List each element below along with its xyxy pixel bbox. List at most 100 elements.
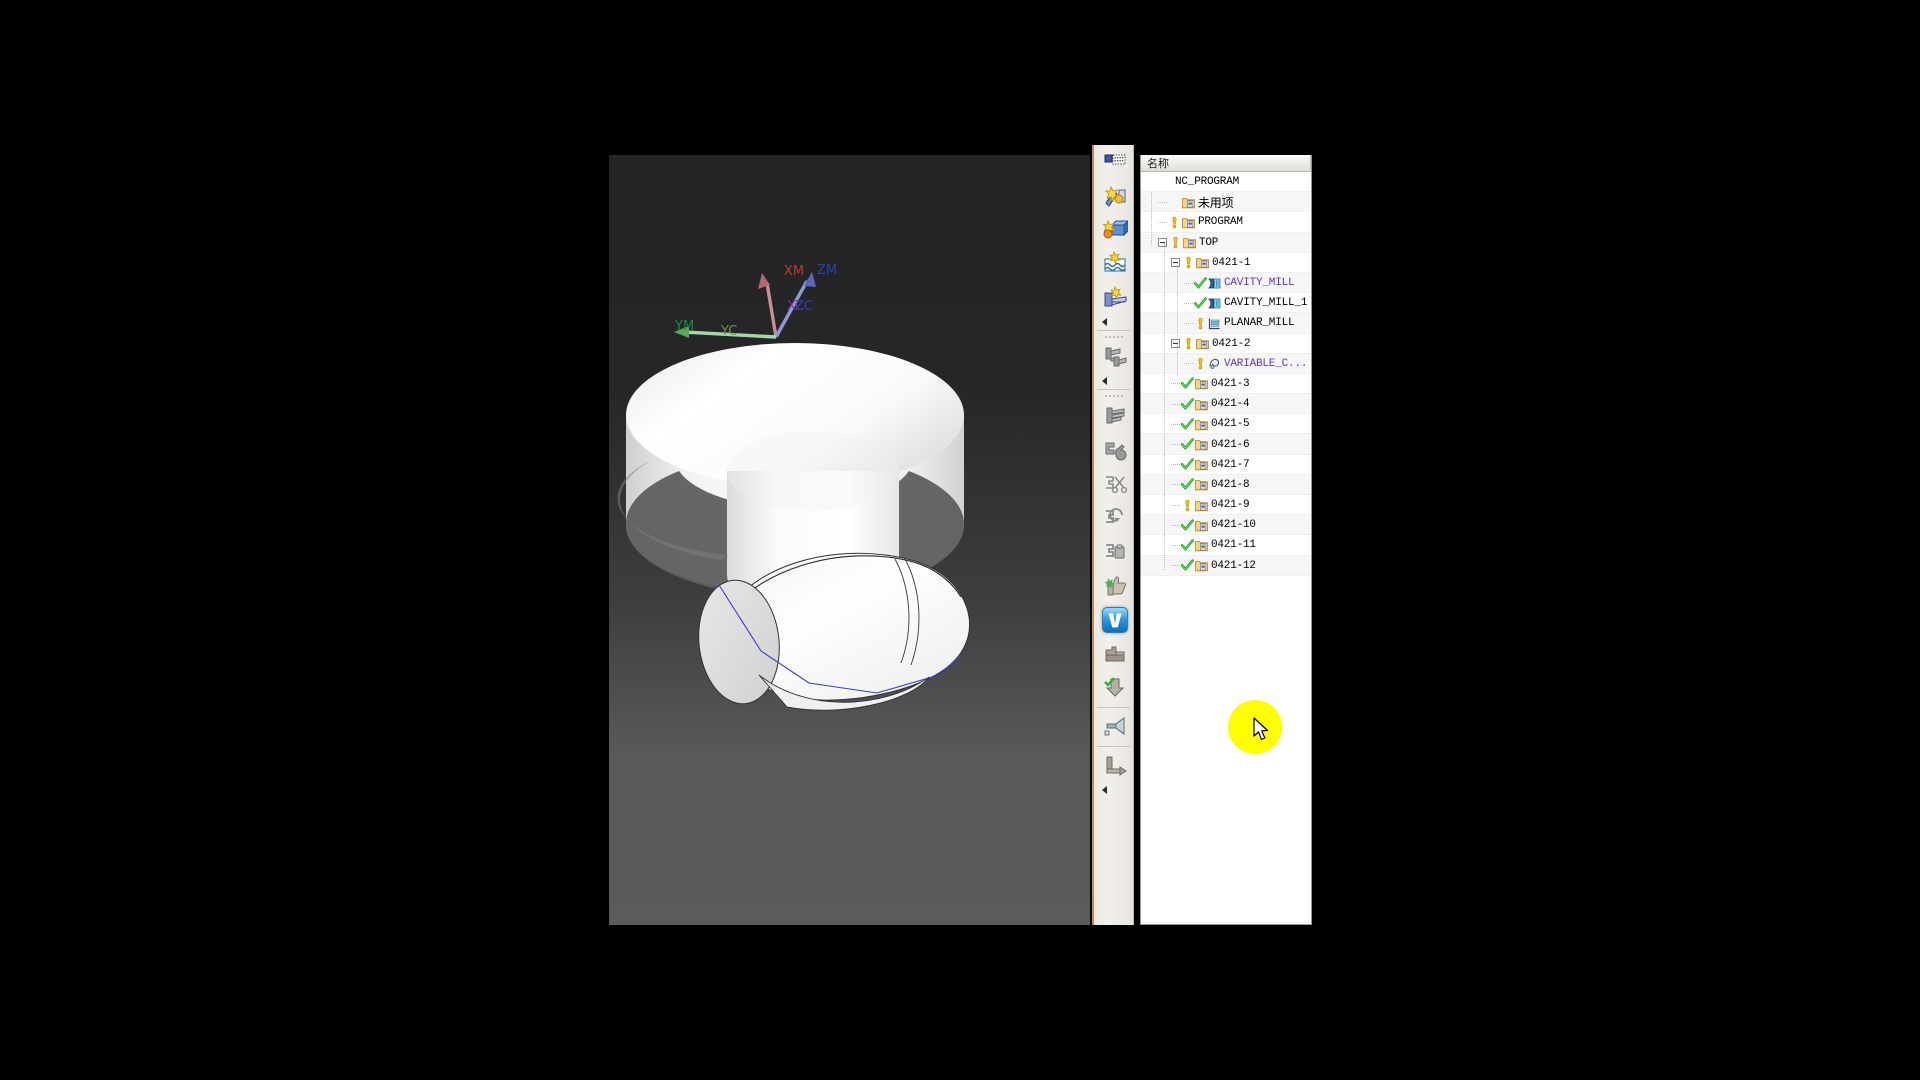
create-geometry-button[interactable] xyxy=(1094,145,1136,179)
simulate-machine-button[interactable] xyxy=(1094,637,1136,671)
tree-connector xyxy=(1184,322,1193,324)
confirm-toolpath-button[interactable] xyxy=(1094,671,1136,705)
toolbar-collapse-arrow-3[interactable] xyxy=(1094,783,1133,796)
tree-guide-line xyxy=(1177,262,1178,336)
create-operation-button[interactable] xyxy=(1094,281,1136,315)
scissors-cut-icon xyxy=(1106,476,1128,494)
tree-row[interactable]: NC_PROGRAM xyxy=(1141,172,1311,193)
tree-connector xyxy=(1171,504,1180,506)
verify-toolpath-button[interactable] xyxy=(1094,603,1136,637)
copy-operation-button[interactable] xyxy=(1094,501,1136,535)
tree-row[interactable]: PROGRAM xyxy=(1141,212,1311,233)
svg-text:YC: YC xyxy=(720,324,737,339)
status-check-icon xyxy=(1181,438,1194,450)
tree-row[interactable]: 0421-1 xyxy=(1141,253,1311,273)
tree-row[interactable]: PLANAR_MILL xyxy=(1141,313,1311,334)
tree-connector xyxy=(1171,383,1180,385)
geometry-view-button[interactable] xyxy=(1094,340,1136,374)
tree-row[interactable]: 0421-3 xyxy=(1141,374,1311,395)
create-tool-button[interactable] xyxy=(1094,179,1136,213)
status-warning-icon xyxy=(1198,357,1203,370)
create-program-icon xyxy=(1104,251,1126,272)
column-header-name[interactable]: 名称 xyxy=(1141,155,1311,172)
tree-row[interactable]: 0421-7 xyxy=(1141,455,1311,475)
tree-connector xyxy=(1171,565,1180,567)
geometry-view-icon xyxy=(1105,347,1127,367)
tree-row-label: 0421-3 xyxy=(1211,377,1250,390)
tree-connector xyxy=(1158,201,1167,203)
tree-row[interactable]: CAVITY_MILL_1 xyxy=(1141,293,1311,314)
tree-row[interactable]: CAVITY_MILL xyxy=(1141,272,1311,294)
verify-v-icon xyxy=(1102,607,1128,633)
status-check-icon xyxy=(1181,458,1194,470)
row-divider xyxy=(1141,574,1311,576)
tree-row-label: 0421-11 xyxy=(1211,539,1256,552)
column-divider[interactable] xyxy=(1310,155,1311,171)
tree-row[interactable]: 0421-4 xyxy=(1141,394,1311,415)
tree-row[interactable]: 0421-10 xyxy=(1141,515,1311,536)
operation-navigator-toolbar[interactable] xyxy=(1092,145,1134,925)
generate-thumb-icon xyxy=(1104,576,1127,596)
post-process-button[interactable] xyxy=(1094,710,1136,744)
tree-row[interactable]: 0421-11 xyxy=(1141,535,1311,556)
program-order-tree[interactable]: NC_PROGRAM 未用项 PROGRAM TOP 0421-1 CAVITY_MILL… xyxy=(1141,172,1311,576)
cavity-mill-icon xyxy=(1208,298,1221,309)
tree-connector xyxy=(1184,363,1193,365)
generate-toolpath-button[interactable] xyxy=(1094,569,1136,603)
svg-text:YM: YM xyxy=(674,319,694,334)
program-folder-icon xyxy=(1195,500,1208,511)
program-folder-icon xyxy=(1182,197,1195,208)
operation-navigator-panel[interactable]: 名称 NC_PROGRAM 未用项 PROGRAM TOP 0421-1 CAVITY_M… xyxy=(1140,155,1312,925)
program-folder-icon xyxy=(1195,379,1208,390)
tree-connector xyxy=(1171,403,1180,405)
edit-operation-button[interactable] xyxy=(1094,433,1136,467)
wrench-edit-icon xyxy=(1105,442,1127,461)
cut-operation-button[interactable] xyxy=(1094,467,1136,501)
tree-connector xyxy=(1171,464,1180,466)
svg-text:ZM: ZM xyxy=(817,263,837,278)
tree-row[interactable]: 0421-5 xyxy=(1141,414,1311,435)
tree-row-label: 0421-8 xyxy=(1211,478,1250,491)
toolbar-grip[interactable] xyxy=(1094,392,1133,399)
toolbar-separator xyxy=(1097,330,1130,331)
create-method-button[interactable] xyxy=(1094,213,1136,247)
planar-mill-icon xyxy=(1208,318,1220,330)
tree-row[interactable]: 0421-9 xyxy=(1141,495,1311,516)
tree-connector xyxy=(1158,221,1167,223)
tree-row[interactable]: 0421-6 xyxy=(1141,434,1311,455)
status-none xyxy=(1168,196,1181,209)
tree-row-label: 0421-6 xyxy=(1211,438,1250,451)
tree-row[interactable]: VARIABLE_C... xyxy=(1141,353,1311,374)
create-program-button[interactable] xyxy=(1094,247,1136,281)
tree-row[interactable]: 未用项 xyxy=(1141,192,1311,213)
toolbar-collapse-arrow-1[interactable] xyxy=(1094,315,1133,328)
program-folder-icon xyxy=(1195,520,1208,531)
tree-row[interactable]: TOP xyxy=(1141,232,1311,253)
status-warning-icon xyxy=(1198,317,1203,330)
coordinate-triad: XM ZM YM XC ZC YC xyxy=(674,263,837,339)
tree-row[interactable]: 0421-2 xyxy=(1141,334,1311,354)
simulate-icon xyxy=(1105,646,1125,662)
program-folder-icon xyxy=(1195,419,1208,431)
status-warning-icon xyxy=(1173,236,1178,249)
tree-connector xyxy=(1171,444,1180,446)
tree-row[interactable]: 0421-8 xyxy=(1141,474,1311,495)
paste-operation-button[interactable] xyxy=(1094,535,1136,569)
tree-row[interactable]: 0421-12 xyxy=(1141,555,1311,576)
expander-collapse-icon[interactable] xyxy=(1158,238,1167,248)
graphics-viewport[interactable]: XM ZM YM XC ZC YC xyxy=(609,155,1090,925)
expander-collapse-icon[interactable] xyxy=(1171,258,1180,268)
status-check-icon xyxy=(1181,519,1194,531)
status-warning-icon xyxy=(1172,216,1177,229)
tree-row-label: PLANAR_MILL xyxy=(1224,317,1295,330)
geometry-grid-icon xyxy=(1104,154,1126,165)
program-folder-icon xyxy=(1195,541,1208,552)
tree-row-label: VARIABLE_C... xyxy=(1224,357,1308,370)
toolbar-collapse-arrow-2[interactable] xyxy=(1094,374,1133,387)
workpiece-setup-button[interactable] xyxy=(1094,749,1136,783)
program-folder-icon xyxy=(1195,480,1208,491)
expander-collapse-icon[interactable] xyxy=(1171,339,1180,349)
toolbar-grip[interactable] xyxy=(1094,333,1133,340)
program-order-view-button[interactable] xyxy=(1094,399,1136,433)
toolbar-separator xyxy=(1097,707,1130,708)
